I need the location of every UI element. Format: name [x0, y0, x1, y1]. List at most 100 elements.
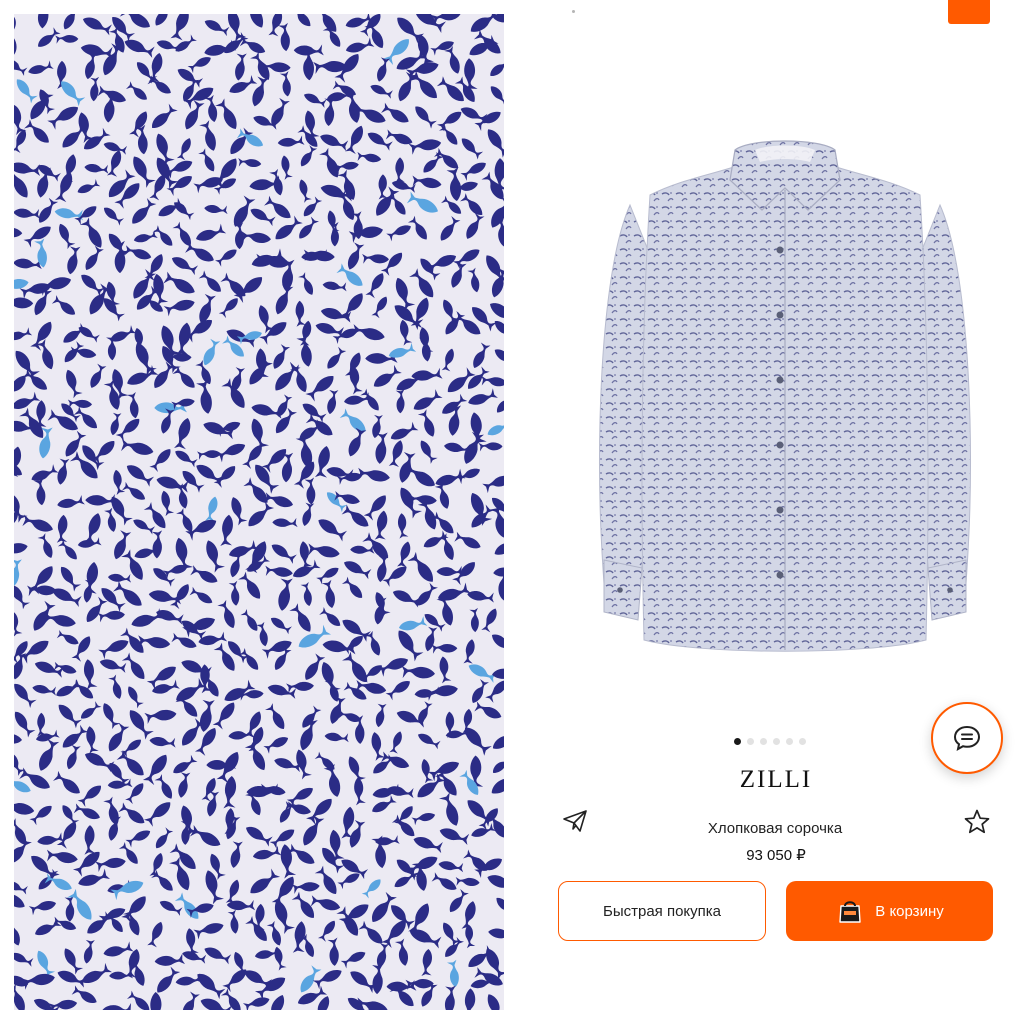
pagination-dot[interactable] — [747, 737, 754, 745]
fish-motif — [14, 681, 38, 708]
fish-motif — [350, 544, 375, 555]
status-dot — [572, 10, 575, 13]
fish-motif — [100, 205, 125, 226]
fish-motif — [61, 14, 81, 32]
fish-motif — [56, 630, 81, 647]
fish-motif — [23, 221, 54, 249]
fish-motif — [153, 965, 181, 997]
fish-motif — [340, 504, 373, 530]
fish-motif — [344, 36, 375, 57]
fish-motif — [278, 154, 294, 180]
fish-motif — [469, 607, 481, 633]
pagination-dot[interactable] — [786, 737, 793, 745]
fish-motif — [296, 178, 313, 203]
product-photo-shirt[interactable] — [590, 120, 980, 680]
fish-motif — [346, 426, 367, 459]
fish-motif — [228, 580, 242, 607]
fish-motif — [411, 388, 443, 415]
fish-motif — [14, 56, 29, 76]
fish-motif — [297, 964, 322, 996]
fish-motif — [36, 737, 60, 774]
fish-motif — [82, 244, 104, 273]
fish-motif — [215, 245, 239, 268]
fish-motif — [478, 441, 503, 452]
fish-motif — [176, 321, 192, 357]
fish-motif — [245, 500, 275, 531]
pagination-dot[interactable] — [799, 737, 806, 745]
fish-motif — [351, 776, 367, 806]
fish-motif — [197, 270, 225, 295]
fish-motif — [314, 516, 349, 542]
fish-motif — [144, 706, 178, 725]
fish-motif — [152, 14, 175, 29]
fish-motif — [263, 733, 290, 755]
fish-motif — [49, 585, 83, 608]
fish-motif — [380, 102, 412, 126]
fish-motif — [440, 195, 465, 217]
fish-motif — [362, 253, 389, 264]
fish-motif — [76, 868, 110, 891]
fish-motif — [242, 993, 271, 1010]
fish-motif — [108, 969, 134, 982]
fish-motif — [83, 824, 96, 855]
favorite-button[interactable] — [963, 808, 991, 836]
fish-motif — [107, 148, 123, 178]
fish-motif — [434, 482, 453, 511]
fish-motif — [343, 90, 364, 125]
fish-motif — [239, 609, 262, 633]
share-button[interactable] — [562, 809, 588, 833]
fish-motif — [222, 965, 250, 993]
fish-motif — [33, 659, 65, 678]
fish-motif — [213, 462, 238, 489]
fish-motif — [14, 919, 24, 948]
fish-motif — [463, 212, 485, 242]
fish-motif — [115, 414, 143, 443]
pagination-dot[interactable] — [773, 737, 780, 745]
fish-motif — [78, 700, 102, 723]
quick-buy-button[interactable]: Быстрая покупка — [558, 881, 766, 941]
fish-motif — [490, 726, 504, 754]
fish-motif — [351, 324, 386, 342]
pagination-dot[interactable] — [734, 737, 741, 745]
fish-motif — [227, 74, 258, 98]
fish-motif — [488, 631, 504, 656]
fish-motif — [14, 226, 23, 238]
fish-motif — [81, 658, 98, 690]
fish-motif — [14, 15, 18, 43]
fish-motif — [195, 379, 216, 415]
fish-motif — [14, 208, 41, 219]
add-to-cart-button[interactable]: В корзину — [786, 881, 993, 941]
fish-motif — [408, 135, 443, 156]
fabric-closeup-image — [14, 14, 504, 1010]
header-action-button[interactable] — [948, 0, 990, 24]
fish-motif — [493, 895, 504, 918]
fish-motif — [341, 576, 366, 601]
fish-motif — [14, 539, 29, 559]
fish-motif — [411, 834, 444, 854]
product-brand[interactable]: ZILLI — [676, 766, 876, 794]
fish-motif — [371, 294, 390, 320]
fish-motif — [125, 826, 153, 848]
fish-motif — [345, 241, 365, 272]
fish-motif — [55, 222, 76, 250]
pagination-dot[interactable] — [760, 737, 767, 745]
fish-motif — [327, 937, 341, 967]
fish-motif — [72, 803, 102, 822]
add-to-cart-label: В корзину — [875, 902, 944, 920]
fish-motif — [455, 876, 480, 887]
fish-motif — [176, 136, 193, 162]
fish-motif — [326, 389, 339, 415]
fish-motif — [386, 221, 413, 242]
fish-motif — [271, 945, 287, 971]
fish-motif — [76, 178, 101, 197]
fish-motif — [370, 794, 397, 817]
fish-motif — [14, 983, 30, 1010]
fish-motif — [175, 508, 197, 534]
fish-motif — [77, 271, 106, 297]
fish-motif — [270, 343, 291, 372]
fish-motif — [153, 826, 174, 852]
fish-motif — [467, 267, 483, 294]
fish-motif — [407, 926, 443, 949]
chat-button[interactable] — [931, 702, 1003, 774]
fish-motif — [34, 729, 60, 745]
